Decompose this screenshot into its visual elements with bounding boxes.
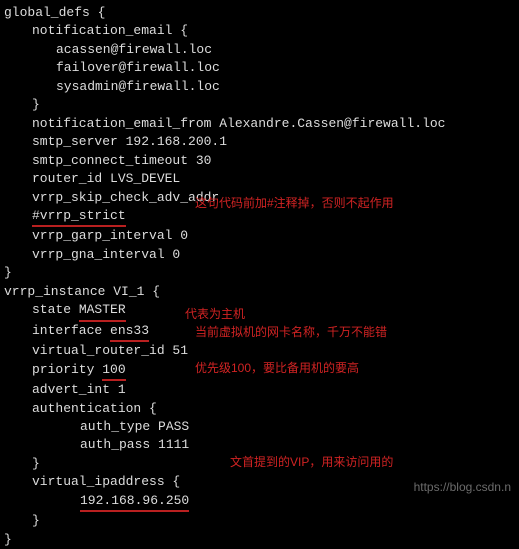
highlight-priority: 100 — [102, 361, 125, 381]
code-line: smtp_connect_timeout 30 — [4, 152, 519, 170]
code-line: global_defs { — [4, 4, 519, 22]
code-line: virtual_router_id 51 — [4, 342, 519, 360]
annotation-strict: 这句代码前加#注释掉，否则不起作用 — [195, 195, 394, 212]
annotation-master: 代表为主机 — [185, 306, 245, 323]
code-line: acassen@firewall.loc — [4, 41, 519, 59]
annotation-vip: 文首提到的VIP，用来访问用的 — [230, 454, 393, 471]
code-line: } — [4, 96, 519, 114]
code-line: router_id LVS_DEVEL — [4, 170, 519, 188]
annotation-priority: 优先级100，要比备用机的要高 — [195, 360, 359, 377]
highlight-master: MASTER — [79, 301, 126, 321]
code-line: vrrp_gna_interval 0 — [4, 246, 519, 264]
code-line: smtp_server 192.168.200.1 — [4, 133, 519, 151]
code-line: } — [4, 264, 519, 282]
code-line: } — [4, 512, 519, 530]
watermark: https://blog.csdn.n — [414, 479, 511, 496]
highlight-vip: 192.168.96.250 — [80, 492, 189, 512]
highlight-ens33: ens33 — [110, 322, 149, 342]
code-line: notification_email { — [4, 22, 519, 40]
code-line: advert_int 1 — [4, 381, 519, 399]
code-line: auth_pass 1111 — [4, 436, 519, 454]
code-line: } — [4, 531, 519, 549]
code-line: auth_type PASS — [4, 418, 519, 436]
code-line: failover@firewall.loc — [4, 59, 519, 77]
code-line: vrrp_garp_interval 0 — [4, 227, 519, 245]
code-line: authentication { — [4, 400, 519, 418]
code-line: vrrp_instance VI_1 { — [4, 283, 519, 301]
highlight-vrrp-strict: #vrrp_strict — [32, 207, 126, 227]
code-line: state MASTER — [4, 301, 519, 321]
annotation-interface: 当前虚拟机的网卡名称，千万不能错 — [195, 324, 387, 341]
code-line: notification_email_from Alexandre.Cassen… — [4, 115, 519, 133]
code-line: sysadmin@firewall.loc — [4, 78, 519, 96]
